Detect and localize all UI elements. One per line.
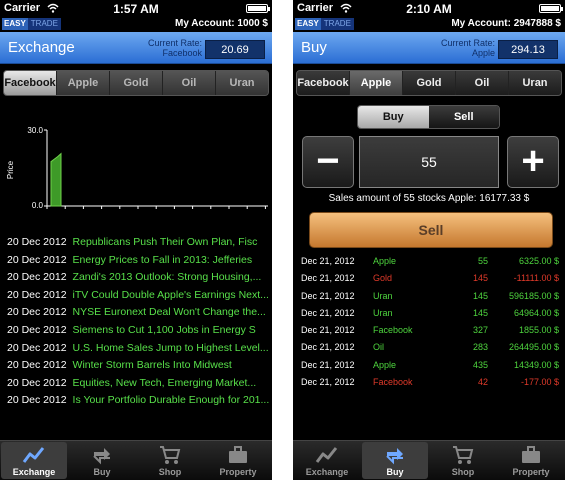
y-axis-label: Price [6,160,15,179]
trade-row: Dec 21, 2012 Gold 145 -11111.00 $ [301,273,559,284]
tab-uran[interactable]: Uran [216,71,268,95]
y-tick-max: 30.0 [27,126,43,135]
bottom-tab-bar: Exchange Buy Shop Property [293,440,565,480]
news-item[interactable]: 20 Dec 2012 Energy Prices to Fall in 2013… [7,254,270,272]
tab-facebook[interactable]: Facebook [4,71,57,95]
exchange-screen: Carrier 1:57 AM EASY TRADE My Account: 1… [0,0,272,480]
asset-tabs: Facebook Apple Gold Oil Uran [3,70,269,96]
trade-row: Dec 21, 2012 Uran 145 596185.00 $ [301,290,559,301]
tab-gold[interactable]: Gold [110,71,163,95]
page-title: Exchange [8,39,75,56]
sales-amount-text: Sales amount of 55 stocks Apple: 16177.3… [328,193,530,204]
trade-row: Dec 21, 2012 Apple 435 14349.00 $ [301,359,559,370]
tabbar-exchange[interactable]: Exchange [294,442,360,479]
chart-line-icon [22,447,45,463]
status-bar: Carrier 2:10 AM [293,0,565,17]
trade-row: Dec 21, 2012 Facebook 327 1855.00 $ [301,325,559,336]
news-item[interactable]: 20 Dec 2012 Zandi's 2013 Outlook: Strong … [7,271,270,289]
asset-tabs: Facebook Apple Gold Oil Uran [296,70,562,96]
tabbar-property[interactable]: Property [498,442,564,479]
tab-oil[interactable]: Oil [163,71,216,95]
tabbar-property[interactable]: Property [205,442,271,479]
current-rate-value: 294.13 [498,40,558,59]
tabbar-buy[interactable]: Buy [362,442,428,479]
title-bar: Exchange Current Rate: Facebook 20.69 [0,32,272,64]
tabbar-buy[interactable]: Buy [69,442,135,479]
title-bar: Buy Current Rate: Apple 294.13 [293,32,565,64]
buy-screen: Carrier 2:10 AM EASY TRADE My Account: 2… [293,0,565,480]
current-rate-value: 20.69 [205,40,265,59]
segment-sell[interactable]: Sell [428,106,499,128]
price-chart: Price 30.0 0.0 [6,126,268,210]
tabbar-exchange[interactable]: Exchange [1,442,67,479]
decrement-button[interactable]: − [302,136,354,188]
battery-icon [539,4,563,13]
news-item[interactable]: 20 Dec 2012 Is Your Portfolio Durable Eno… [7,394,270,412]
news-item[interactable]: 20 Dec 2012 Republicans Push Their Own Pl… [7,236,270,254]
segment-buy[interactable]: Buy [358,106,429,128]
page-title: Buy [301,39,327,56]
news-item[interactable]: 20 Dec 2012 Siemens to Cut 1,100 Jobs in … [7,324,270,342]
status-bar: Carrier 1:57 AM [0,0,272,17]
tab-uran[interactable]: Uran [509,71,561,95]
bottom-tab-bar: Exchange Buy Shop Property [0,440,272,480]
clock: 2:10 AM [406,2,452,16]
news-item[interactable]: 20 Dec 2012 U.S. Home Sales Jump to Highe… [7,342,270,360]
account-balance: My Account: 2947888 $ [451,18,561,29]
news-item[interactable]: 20 Dec 2012 iTV Could Double Apple's Earn… [7,289,270,307]
cart-icon [453,446,474,464]
app-logo: EASY TRADE [2,18,61,30]
quantity-field[interactable]: 55 [359,136,499,188]
news-item[interactable]: 20 Dec 2012 Equities, New Tech, Emerging … [7,377,270,395]
increment-button[interactable]: + [507,136,559,188]
tab-gold[interactable]: Gold [403,71,456,95]
trade-history: Dec 21, 2012 Apple 55 6325.00 $ Dec 21, 201… [301,253,559,391]
price-area-series [50,152,62,207]
sell-button[interactable]: Sell [309,212,553,248]
chart-line-icon [315,447,338,463]
news-item[interactable]: 20 Dec 2012 Winter Storm Barrels Into Mid… [7,359,270,377]
clock: 1:57 AM [113,2,159,16]
trade-row: Dec 21, 2012 Uran 145 64964.00 $ [301,307,559,318]
tabbar-shop[interactable]: Shop [430,442,496,479]
y-tick-min: 0.0 [32,201,44,210]
app-bar: EASY TRADE My Account: 2947888 $ [293,17,565,32]
current-rate-label: Current Rate: Facebook [147,38,202,58]
account-balance: My Account: 1000 $ [175,18,268,29]
cart-icon [160,446,181,464]
news-list: 20 Dec 2012 Republicans Push Their Own Pl… [7,236,270,412]
tab-oil[interactable]: Oil [456,71,509,95]
tab-apple[interactable]: Apple [57,71,110,95]
tab-facebook[interactable]: Facebook [297,71,350,95]
app-bar: EASY TRADE My Account: 1000 $ [0,17,272,32]
trade-row: Dec 21, 2012 Facebook 42 -177.00 $ [301,377,559,388]
briefcase-icon [522,446,540,463]
tabbar-shop[interactable]: Shop [137,442,203,479]
battery-icon [246,4,270,13]
current-rate-label: Current Rate: Apple [440,38,495,58]
app-logo: EASY TRADE [295,18,354,30]
news-item[interactable]: 20 Dec 2012 NYSE Euronext Deal Won't Chan… [7,306,270,324]
exchange-arrows-icon [386,448,403,465]
trade-row: Dec 21, 2012 Apple 55 6325.00 $ [301,256,559,266]
trade-row: Dec 21, 2012 Oil 283 264495.00 $ [301,342,559,353]
tab-apple[interactable]: Apple [350,71,403,95]
briefcase-icon [229,446,247,463]
buy-sell-toggle: Buy Sell [357,105,500,129]
exchange-arrows-icon [93,448,110,465]
